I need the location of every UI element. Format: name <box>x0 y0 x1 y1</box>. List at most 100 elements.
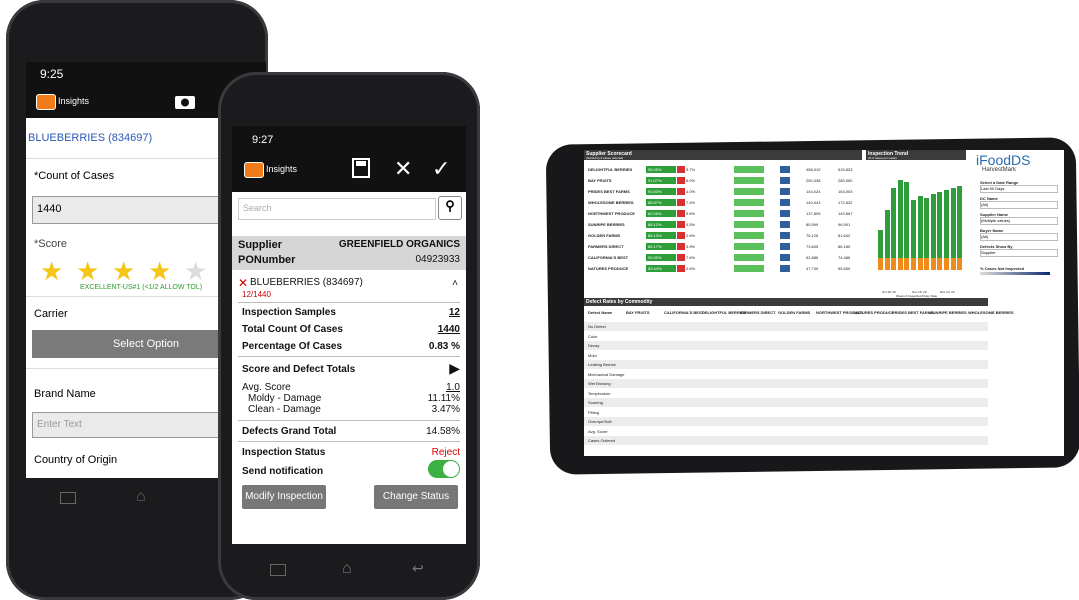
phone-2-screen: 9:27 Insights ✕ ✓ Search ⚲ Supplier GREE… <box>232 126 466 544</box>
status-label: Inspection Status <box>242 447 326 458</box>
row-value[interactable]: 1440 <box>438 324 460 335</box>
moldy-value: 11.11% <box>427 393 460 404</box>
defects-total-label: Defects Grand Total <box>242 426 337 437</box>
trend-bar-orange <box>930 258 936 270</box>
defect-row <box>584 388 988 398</box>
red-bar <box>677 210 685 217</box>
defect-column-header: GOLDEN FARMS <box>778 310 811 315</box>
defect-row-label: Scarring <box>588 400 603 405</box>
red-pct: 6.0% <box>686 178 696 183</box>
search-input[interactable]: Search <box>238 198 436 220</box>
supplier-name: WHOLESOME BERRIES <box>588 200 634 205</box>
defect-row-label: Mold <box>588 352 597 358</box>
cases-inspected: 47,740 <box>806 266 819 271</box>
not-inspected-bar <box>780 177 790 184</box>
cases-inspected: 140,443 <box>806 200 821 205</box>
trend-week-label: Dec 13, 20 <box>940 290 955 294</box>
trend-bar-orange <box>911 258 916 270</box>
star-icon[interactable]: ★ <box>76 258 99 284</box>
filter-select[interactable]: (Multiple values) <box>980 217 1058 225</box>
cases-ordered: 81,642 <box>838 233 851 238</box>
defect-row <box>584 331 988 341</box>
count-label: *Count of Cases <box>34 170 115 182</box>
red-pct: 2.6% <box>686 266 696 271</box>
accepted-bar <box>734 199 764 206</box>
trend-bar-orange <box>937 258 943 270</box>
green-pct: 90.00% <box>648 255 662 260</box>
row-value[interactable]: 12 <box>449 307 460 318</box>
green-pct: 85.17% <box>648 244 662 249</box>
filter-select[interactable]: (All) <box>980 233 1058 241</box>
supplier-name: NORTHWEST PRODUCE <box>588 211 635 216</box>
not-inspected-bar <box>780 166 790 173</box>
trend-bar-orange <box>884 258 890 270</box>
trend-bar-orange <box>917 258 923 270</box>
defect-row-label: Cases Ordered <box>588 438 616 443</box>
score-defect-label: Score and Defect Totals <box>242 364 356 375</box>
app-title: Insights <box>266 164 298 174</box>
trend-header: Inspection Trend (# of cases per week) <box>866 150 966 160</box>
supplier-name: CALIFORNIA'S BEST <box>588 255 629 260</box>
search-button[interactable]: ⚲ <box>438 196 462 220</box>
accepted-bar <box>734 221 764 228</box>
modify-inspection-button[interactable]: Modify Inspection <box>242 485 326 509</box>
defect-row-label: Color <box>588 333 598 339</box>
defect-row <box>584 407 988 417</box>
star-icon[interactable]: ★ <box>40 258 63 284</box>
defect-row-label: Mechanical Damage <box>588 371 625 377</box>
cases-inspected: 137,805 <box>806 211 821 216</box>
recent-apps-icon[interactable] <box>60 492 76 504</box>
cases-inspected: 73,605 <box>806 244 819 249</box>
filter-select[interactable]: Supplier <box>980 249 1058 257</box>
camera-icon[interactable] <box>174 92 196 110</box>
filter-select[interactable]: (All) <box>980 201 1058 209</box>
carrier-label: Carrier <box>34 308 68 320</box>
green-pct: 90.83% <box>648 189 662 194</box>
green-pct: 90.05% <box>648 167 662 172</box>
defect-column-header: PRIDES BEST FARMS <box>892 310 934 315</box>
defect-column-header: FARMERS DIRECT <box>740 310 776 315</box>
save-icon[interactable] <box>352 158 370 178</box>
green-pct: 91.07% <box>648 178 662 183</box>
red-pct: 9.6% <box>686 211 696 216</box>
home-icon[interactable]: ⌂ <box>136 488 146 506</box>
red-bar <box>677 177 685 184</box>
defect-row-label: Leaking Berries <box>588 362 616 367</box>
recent-apps-icon[interactable] <box>270 564 286 576</box>
home-icon[interactable]: ⌂ <box>342 560 352 578</box>
play-arrow-icon[interactable]: ▶ <box>449 360 460 377</box>
trend-bar <box>897 180 903 270</box>
trend-chart: Oct 18, 20 Nov 15, 20 Dec 13, 20 Week of… <box>874 166 966 298</box>
chevron-up-icon[interactable]: ˄ <box>452 278 458 289</box>
trend-bar <box>904 182 910 270</box>
cases-ordered: 55,650 <box>838 266 851 271</box>
red-pct: 3.7% <box>686 167 696 172</box>
star-empty-icon[interactable]: ★ <box>184 258 207 284</box>
star-icon[interactable]: ★ <box>148 258 171 284</box>
app-logo-icon <box>244 162 264 178</box>
clean-value: 3.47% <box>431 404 460 415</box>
scorecard-header: Supplier Scorecard (Sorted by # cases or… <box>584 150 862 160</box>
check-icon[interactable]: ✓ <box>432 156 450 182</box>
app-header: 9:27 Insights ✕ ✓ <box>232 126 466 192</box>
cases-inspected: 144,024 <box>806 189 821 194</box>
supplier-name: FARMERS DIRECT <box>588 244 624 249</box>
trend-bar-orange <box>950 258 956 270</box>
back-icon[interactable]: ↩ <box>412 560 424 577</box>
cases-inspected: 250,338 <box>806 178 821 183</box>
star-icon[interactable]: ★ <box>112 258 135 284</box>
cases-inspected: 458,010 <box>806 167 821 172</box>
cases-ordered: 74,486 <box>838 255 851 260</box>
notify-toggle[interactable] <box>428 460 460 478</box>
not-inspected-legend <box>980 272 1050 275</box>
country-label: Country of Origin <box>34 454 118 466</box>
supplier-name: GOLDEN FARMS <box>588 233 621 238</box>
moldy-label: Moldy - Damage <box>248 393 322 404</box>
trend-bar-orange <box>897 258 903 270</box>
avg-score-value[interactable]: 1.0 <box>446 382 460 393</box>
status-value[interactable]: Reject <box>432 447 460 458</box>
product-name[interactable]: BLUEBERRIES (834697) <box>250 277 363 288</box>
filter-select[interactable]: Last 90 Days <box>980 185 1058 193</box>
close-icon[interactable]: ✕ <box>394 156 412 182</box>
change-status-button[interactable]: Change Status <box>374 485 458 509</box>
